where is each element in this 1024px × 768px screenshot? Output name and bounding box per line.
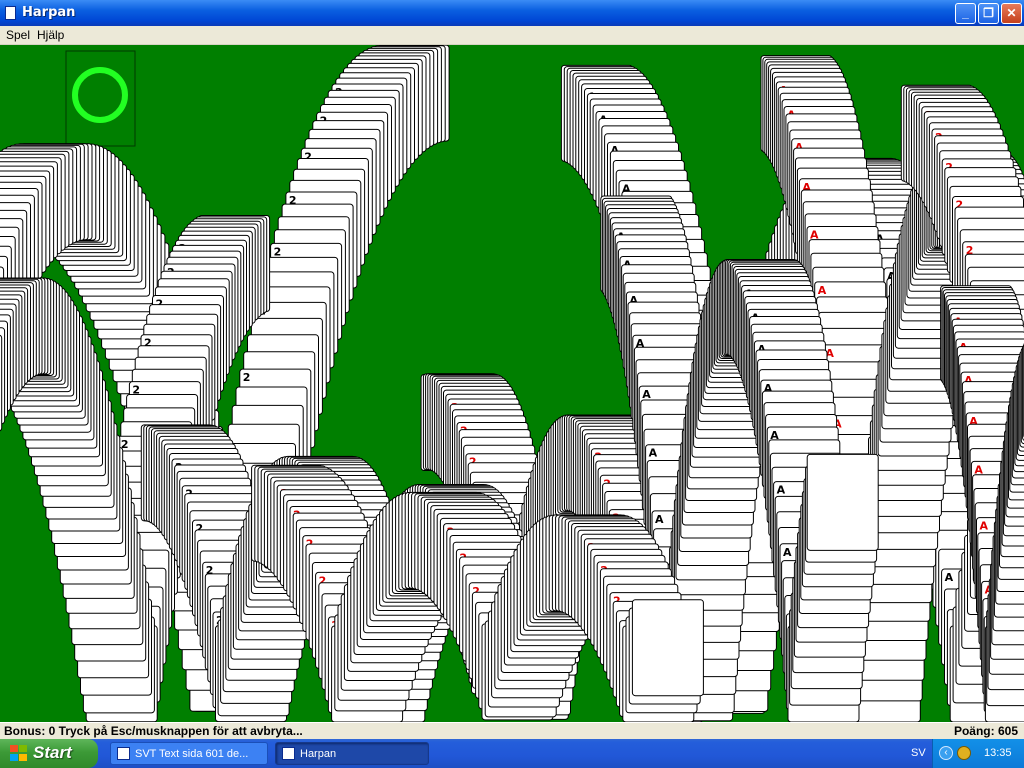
status-score: Poäng: 605 — [953, 724, 1018, 738]
svg-text:A: A — [649, 447, 658, 460]
svg-text:A: A — [818, 284, 827, 297]
card — [631, 599, 704, 697]
windows-logo-icon — [10, 745, 28, 762]
taskbar: Start SVT Text sida 601 de... Harpan SV … — [0, 739, 1024, 768]
cards-icon — [282, 747, 295, 760]
system-tray: ‹ 13:35 — [932, 739, 1024, 768]
network-globe-icon[interactable] — [957, 746, 971, 760]
svg-text:A: A — [777, 484, 786, 497]
minimize-button[interactable]: _ — [955, 3, 976, 24]
menu-hjalp[interactable]: Hjälp — [37, 28, 64, 42]
svg-text:A: A — [945, 571, 954, 584]
tray-expand-icon[interactable]: ‹ — [939, 746, 953, 760]
start-button[interactable]: Start — [0, 739, 98, 768]
taskbar-item-label: Harpan — [300, 748, 337, 760]
svg-text:A: A — [655, 513, 664, 526]
card — [806, 453, 879, 551]
language-indicator[interactable]: SV — [911, 747, 926, 759]
taskbar-item-label: SVT Text sida 601 de... — [135, 748, 249, 760]
browser-icon — [117, 747, 130, 760]
window-title: Harpan — [22, 5, 76, 20]
maximize-button[interactable]: ❐ — [978, 3, 999, 24]
status-bar: Bonus: 0 Tryck på Esc/musknappen för att… — [0, 722, 1024, 739]
svg-text:A: A — [783, 546, 792, 559]
menu-bar: Spel Hjälp — [0, 26, 1024, 45]
status-bonus-text: Bonus: 0 Tryck på Esc/musknappen för att… — [4, 724, 303, 738]
card — [0, 334, 3, 432]
svg-text:2: 2 — [243, 371, 251, 384]
game-board[interactable]: 222222222222222222222222222222AAAAAAAAAA… — [0, 45, 1024, 722]
app-icon[interactable] — [5, 6, 16, 20]
start-label: Start — [33, 743, 72, 762]
menu-spel[interactable]: Spel — [6, 28, 30, 42]
svg-text:2: 2 — [274, 245, 282, 258]
win-animation-canvas[interactable]: 222222222222222222222222222222AAAAAAAAAA… — [0, 45, 1024, 722]
empty-card-slot[interactable] — [65, 50, 136, 147]
taskbar-item-svt-text[interactable]: SVT Text sida 601 de... — [110, 742, 268, 765]
title-bar[interactable]: Harpan _ ❐ ✕ — [0, 0, 1024, 26]
svg-text:A: A — [980, 520, 989, 533]
close-button[interactable]: ✕ — [1001, 3, 1022, 24]
svg-text:A: A — [642, 388, 651, 401]
taskbar-item-harpan[interactable]: Harpan — [275, 742, 429, 765]
clock: 13:35 — [984, 747, 1012, 759]
